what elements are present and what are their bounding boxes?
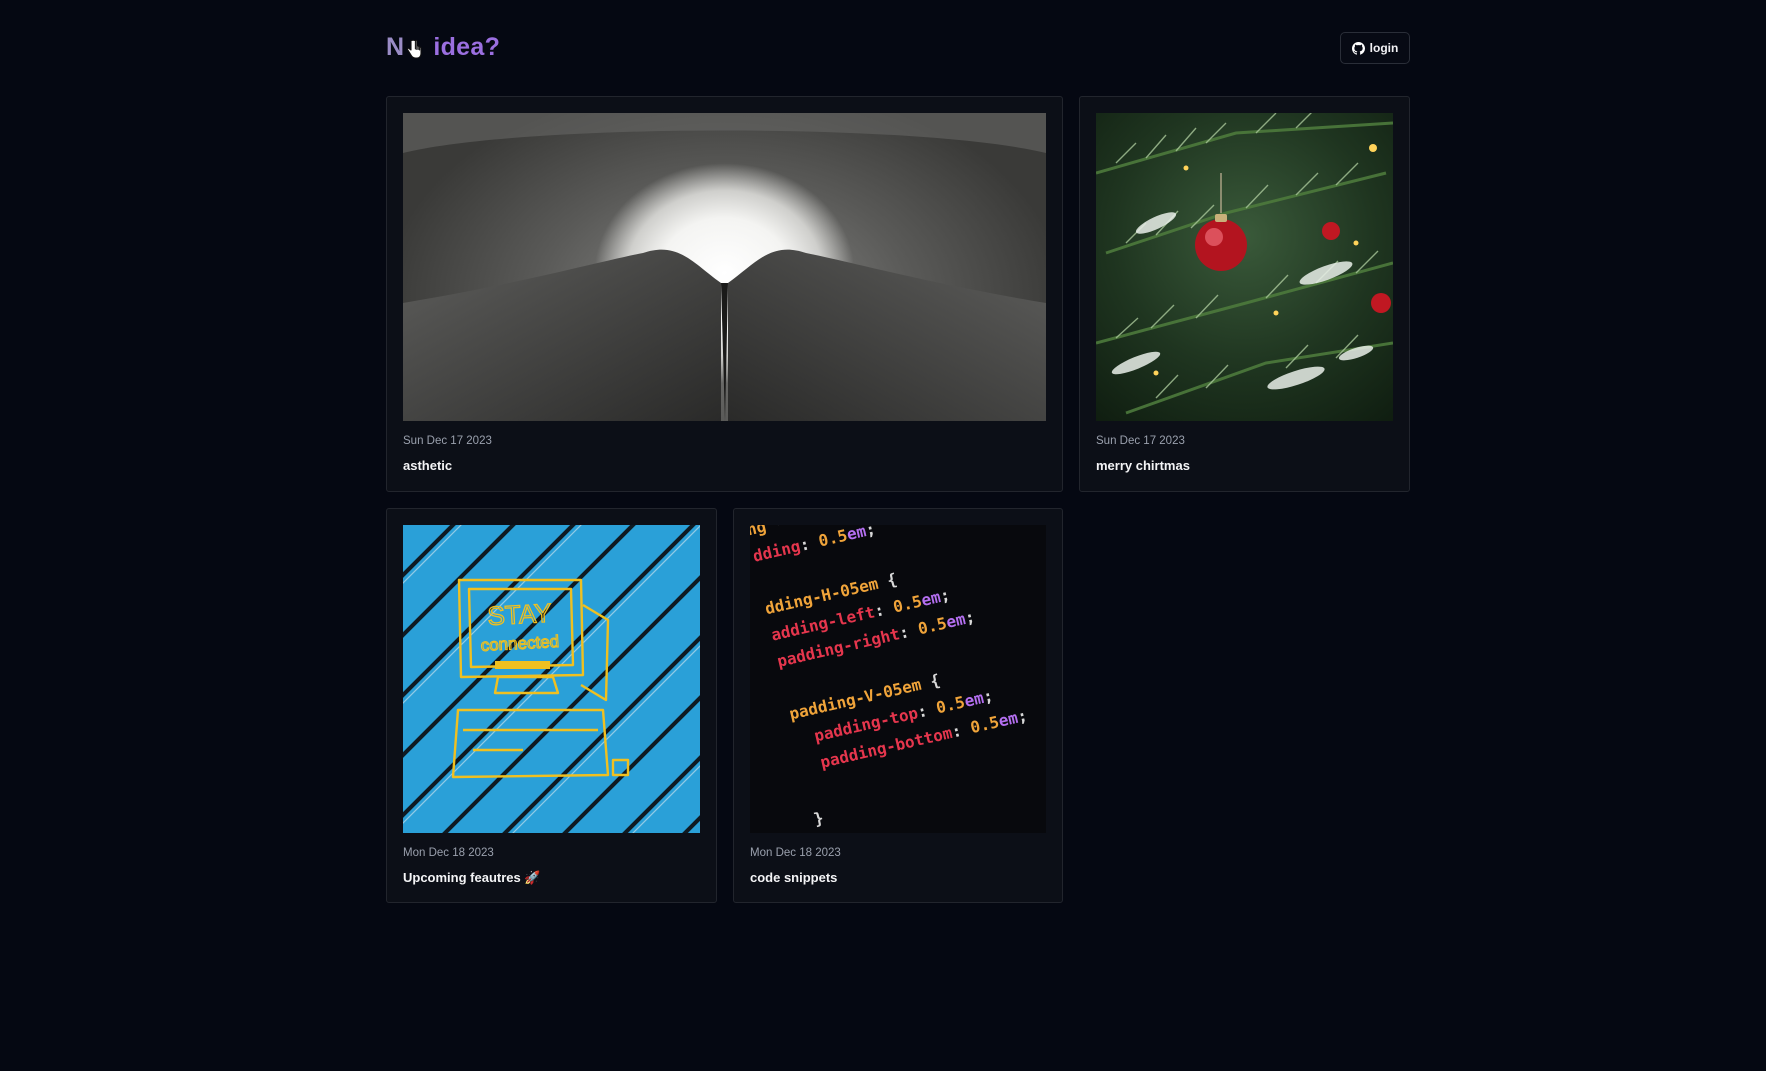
hand-pointer-icon <box>405 38 423 60</box>
post-card[interactable]: Sun Dec 17 2023 asthetic <box>386 96 1063 492</box>
login-label: login <box>1369 41 1399 55</box>
post-image-stay-connected: STAY connected <box>403 525 700 833</box>
svg-text:STAY: STAY <box>487 598 553 631</box>
site-logo[interactable]: N idea? <box>386 30 500 64</box>
logo-text-suffix: idea? <box>433 32 501 61</box>
post-date: Sun Dec 17 2023 <box>403 435 492 447</box>
post-title[interactable]: Upcoming feautres 🚀 <box>403 870 541 886</box>
svg-text:connected: connected <box>480 632 559 655</box>
github-icon <box>1351 41 1365 55</box>
post-date: Mon Dec 18 2023 <box>403 847 494 859</box>
page: N idea? login Sun Dec 17 2023 asthetic S… <box>0 0 1766 1071</box>
post-title[interactable]: merry chirtmas <box>1096 458 1190 473</box>
code-image-lines: ng - dding: 0.5em; dding-H-05em { adding… <box>750 525 1030 829</box>
login-button[interactable]: login <box>1340 32 1410 64</box>
post-image-tunnel <box>403 113 1046 421</box>
post-image-code-snippet: ng - dding: 0.5em; dding-H-05em { adding… <box>750 525 1046 833</box>
post-date: Mon Dec 18 2023 <box>750 847 841 859</box>
post-title[interactable]: asthetic <box>403 458 452 473</box>
header: N idea? login <box>386 30 1410 66</box>
post-card[interactable]: Sun Dec 17 2023 merry chirtmas <box>1079 96 1410 492</box>
post-image-christmas-tree <box>1096 113 1393 421</box>
post-title[interactable]: code snippets <box>750 870 837 885</box>
post-date: Sun Dec 17 2023 <box>1096 435 1185 447</box>
logo-text-prefix: N <box>386 32 405 61</box>
post-card[interactable]: ng - dding: 0.5em; dding-H-05em { adding… <box>733 508 1063 903</box>
post-card[interactable]: STAY connected Mon Dec 18 2023 Upcoming … <box>386 508 717 903</box>
